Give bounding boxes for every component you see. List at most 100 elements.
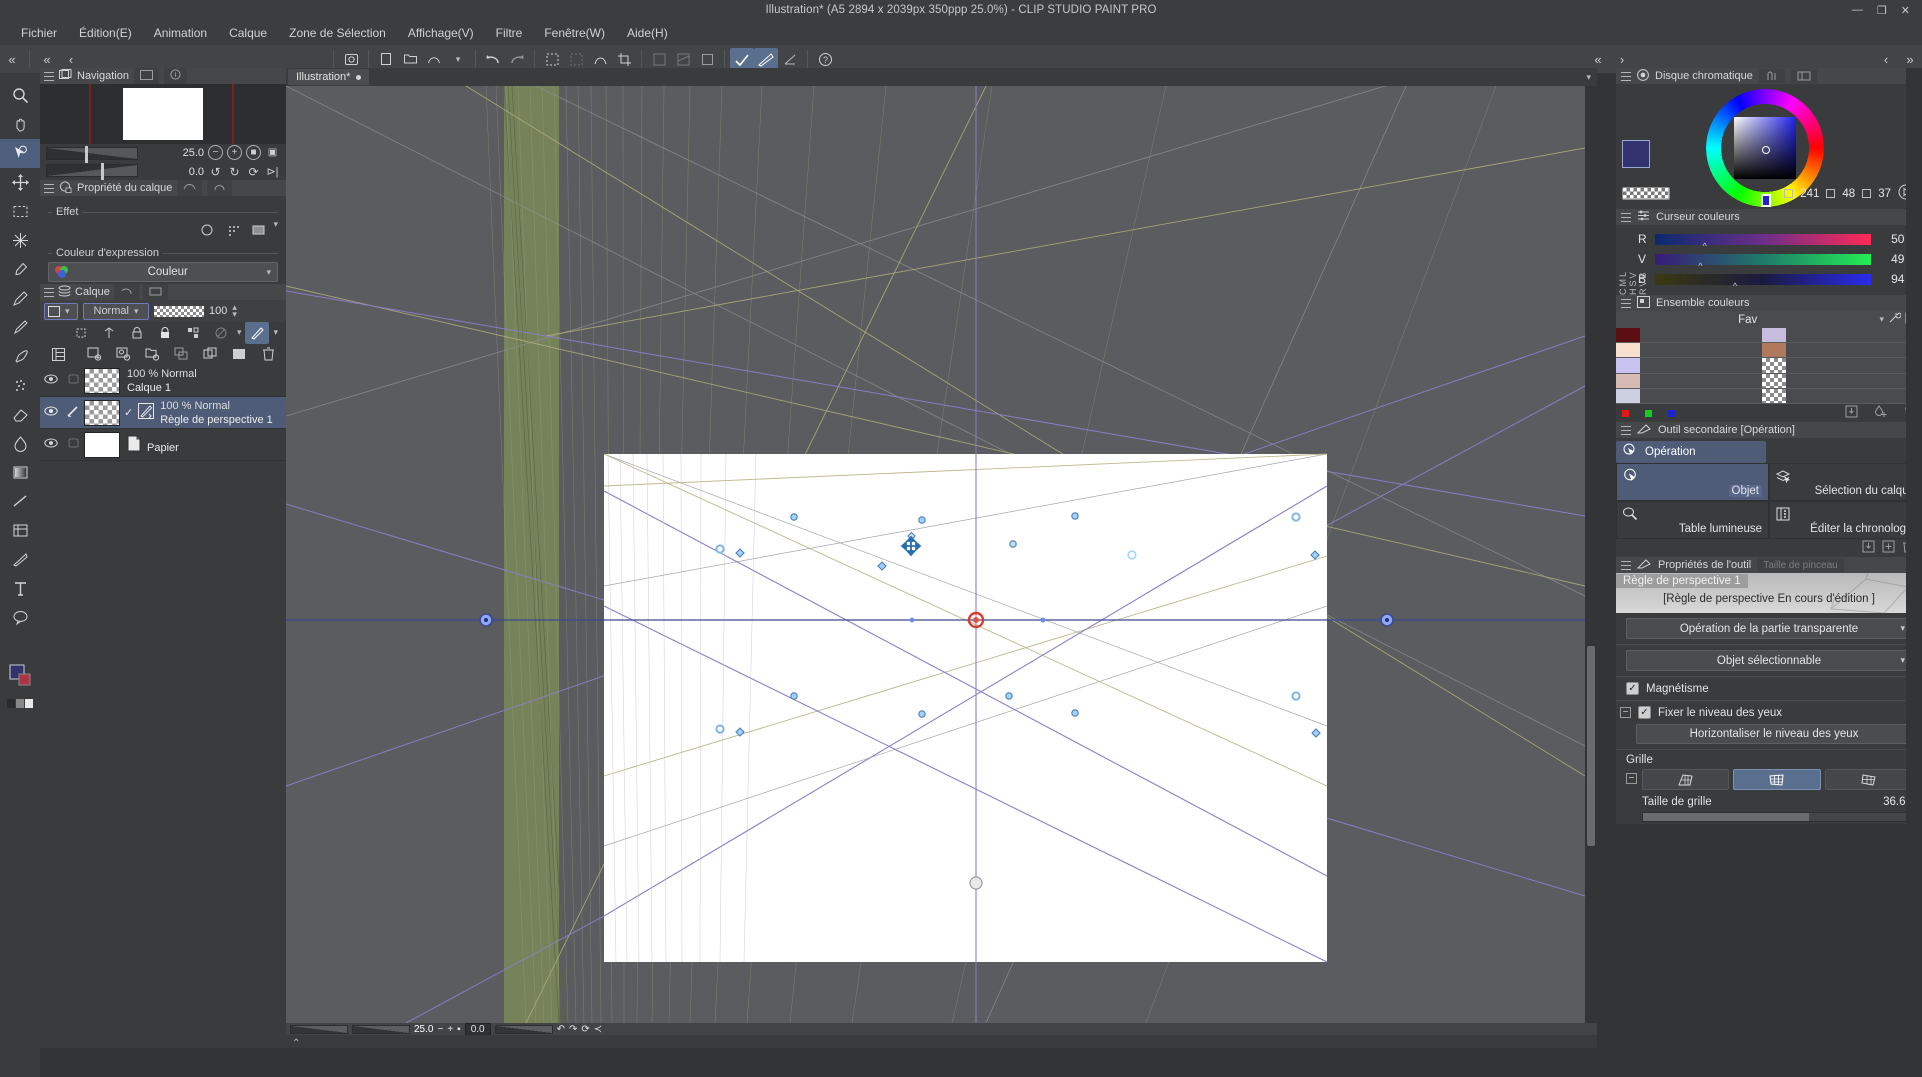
ruler-visible-icon[interactable] bbox=[245, 321, 270, 344]
deselect-icon[interactable] bbox=[564, 48, 588, 70]
secondary-tool-selected[interactable]: Opération bbox=[1616, 441, 1766, 463]
tool-ruler[interactable] bbox=[0, 545, 40, 574]
layer-visibility-icon[interactable] bbox=[40, 374, 62, 387]
ruler-snap-toggle[interactable] bbox=[730, 48, 754, 70]
color-set-grid[interactable]: ⌃ ⌄ bbox=[1616, 328, 1922, 404]
color-set-name[interactable]: Fav bbox=[1620, 314, 1875, 326]
tool-figure[interactable] bbox=[0, 487, 40, 516]
layer-visibility-icon[interactable] bbox=[40, 406, 62, 419]
tool-frame-border[interactable] bbox=[0, 516, 40, 545]
color-swatch[interactable] bbox=[1616, 373, 1640, 389]
zoom-slider[interactable] bbox=[46, 146, 138, 163]
selectable-object-select[interactable]: Objet sélectionnable ▾ bbox=[1626, 650, 1912, 671]
import-tool-icon[interactable] bbox=[1862, 540, 1875, 556]
panel-menu-icon[interactable] bbox=[44, 287, 54, 297]
panel-menu-icon[interactable] bbox=[1621, 298, 1631, 308]
color-set-settings-icon[interactable] bbox=[1888, 312, 1902, 327]
color-swatch[interactable] bbox=[1616, 328, 1640, 344]
invert-selection-icon[interactable] bbox=[588, 48, 612, 70]
tool-pencil[interactable] bbox=[0, 313, 40, 342]
collapse-grid-group-icon[interactable]: − bbox=[1626, 773, 1637, 784]
tab-overflow-icon[interactable]: ▾ bbox=[1586, 72, 1591, 83]
new-folder-icon[interactable] bbox=[140, 343, 164, 365]
color-swatch[interactable] bbox=[1616, 388, 1640, 404]
opacity-stepper[interactable]: ▴ ▾ bbox=[232, 303, 237, 319]
tool-airbrush[interactable] bbox=[0, 371, 40, 400]
effect-layer-color-icon[interactable] bbox=[247, 219, 271, 241]
grid-type-horizontal-button[interactable] bbox=[1733, 769, 1821, 790]
mask-enable-icon[interactable] bbox=[209, 322, 233, 344]
tool-move[interactable] bbox=[0, 168, 40, 197]
channel-slider-v[interactable]: ^ bbox=[1655, 253, 1872, 271]
color-space-tabs[interactable]: CML HSV RVB bbox=[1618, 247, 1648, 295]
color-dot-red[interactable] bbox=[1622, 409, 1629, 417]
collapse-right-double-icon[interactable]: « bbox=[1586, 48, 1610, 70]
minimize-button[interactable]: — bbox=[1852, 4, 1863, 16]
document-tab[interactable]: Illustration* bbox=[288, 69, 370, 85]
tab-material[interactable] bbox=[142, 284, 168, 300]
opacity-slider[interactable] bbox=[154, 305, 204, 317]
add-color-icon[interactable] bbox=[1874, 405, 1888, 421]
rotate-reset-icon[interactable]: ⟳ bbox=[246, 164, 261, 179]
tool-select-marquee[interactable] bbox=[0, 197, 40, 226]
tool-cell-lightbox[interactable]: Table lumineuse bbox=[1616, 501, 1769, 539]
open-file-icon[interactable] bbox=[398, 48, 422, 70]
tool-eraser[interactable] bbox=[0, 400, 40, 429]
crop-icon[interactable] bbox=[612, 48, 636, 70]
zoom-out-icon[interactable]: − bbox=[208, 145, 223, 160]
menu-item-aide[interactable]: Aide(H) bbox=[616, 23, 679, 43]
canvas-zoom-in-icon[interactable]: + bbox=[447, 1024, 453, 1035]
canvas-rotation-value[interactable]: 0.0 bbox=[464, 1022, 491, 1036]
rotate-reset-icon[interactable]: ⟳ bbox=[581, 1024, 589, 1035]
panel-menu-icon[interactable] bbox=[1621, 425, 1631, 435]
fix-eye-level-checkbox[interactable]: ✓ bbox=[1638, 706, 1651, 719]
new-raster-layer-icon[interactable] bbox=[82, 343, 106, 365]
rotate-left-icon[interactable]: ↶ bbox=[557, 1024, 565, 1035]
tool-eyedropper[interactable] bbox=[0, 255, 40, 284]
grid-type-vertical-button[interactable] bbox=[1642, 769, 1730, 790]
tool-magnifier[interactable] bbox=[0, 81, 40, 110]
tool-cell-layer-select[interactable]: Sélection du calque bbox=[1769, 463, 1922, 501]
fill-icon[interactable] bbox=[671, 48, 695, 70]
expression-color-select[interactable]: Couleur ▾ bbox=[48, 262, 278, 282]
tool-cell-objet[interactable]: Objet bbox=[1616, 463, 1769, 501]
zoom-full-icon[interactable]: ▣ bbox=[265, 145, 280, 160]
lock-layer-icon[interactable] bbox=[153, 322, 177, 344]
effect-border-icon[interactable] bbox=[195, 219, 219, 241]
transform-icon[interactable] bbox=[647, 48, 671, 70]
tool-operation[interactable] bbox=[0, 139, 40, 168]
collapse-left-double-icon[interactable]: « bbox=[0, 48, 24, 70]
tab-info[interactable] bbox=[163, 68, 187, 84]
tool-gradient[interactable] bbox=[0, 458, 40, 487]
expand-status-icon[interactable]: ⌃ bbox=[292, 1038, 300, 1049]
color-wheel-body[interactable]: 241 48 37 bbox=[1616, 84, 1922, 209]
color-swatch[interactable] bbox=[1616, 358, 1640, 374]
chevron-down-icon[interactable]: ▾ bbox=[446, 48, 470, 70]
grid-snap-icon[interactable] bbox=[778, 48, 802, 70]
redo-icon[interactable] bbox=[505, 48, 529, 70]
layer-list-icon[interactable] bbox=[46, 343, 70, 365]
color-dot-green[interactable] bbox=[1645, 409, 1652, 417]
flip-horizontal-icon[interactable]: ≺ bbox=[594, 1024, 602, 1035]
canvas-vertical-scrollbar[interactable] bbox=[1585, 86, 1597, 1023]
collapse-right-panel-icon[interactable]: ‹ bbox=[1874, 48, 1898, 70]
undo-icon[interactable] bbox=[481, 48, 505, 70]
panel-menu-icon[interactable] bbox=[44, 183, 54, 193]
zoom-fit-icon[interactable]: ■ bbox=[246, 145, 261, 160]
panel-menu-icon[interactable] bbox=[1621, 71, 1631, 81]
transfer-down-icon[interactable] bbox=[169, 343, 193, 365]
ruler-range-icon[interactable] bbox=[97, 322, 121, 344]
collapse-group-icon[interactable]: − bbox=[1620, 707, 1631, 718]
table-row[interactable]: Papier bbox=[40, 429, 286, 461]
tab-brush-size[interactable]: Taille de pinceau bbox=[1757, 558, 1844, 572]
tool-hand[interactable] bbox=[0, 110, 40, 139]
rotation-slider[interactable] bbox=[46, 163, 138, 180]
flip-icon[interactable]: ⊳| bbox=[265, 164, 280, 179]
menu-item-affichage[interactable]: Affichage(V) bbox=[397, 23, 485, 43]
menu-item-calque[interactable]: Calque bbox=[218, 23, 278, 43]
tool-balloon[interactable] bbox=[0, 603, 40, 632]
tool-text[interactable] bbox=[0, 574, 40, 603]
color-swatch[interactable] bbox=[1616, 343, 1640, 359]
color-swatch-empty[interactable] bbox=[1762, 388, 1786, 404]
add-tool-icon[interactable] bbox=[1882, 540, 1895, 556]
